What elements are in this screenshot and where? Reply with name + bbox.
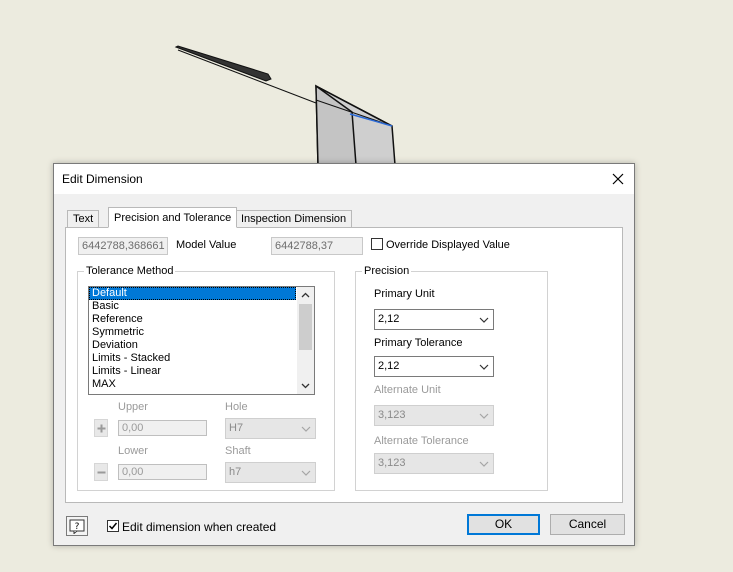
alternate-unit-label: Alternate Unit: [374, 384, 441, 396]
checkmark-icon: [108, 522, 118, 530]
tolerance-method-group: Tolerance Method Default Basic Reference…: [77, 265, 335, 491]
upper-input[interactable]: 0,00: [118, 420, 207, 436]
chevron-down-icon: [479, 317, 489, 323]
chevron-down-icon: [301, 426, 311, 432]
precision-tolerance-panel: 6442788,368661 Model Value 6442788,37 Ov…: [65, 227, 623, 503]
cad-model-geometry: [174, 45, 396, 166]
precision-group: Precision Primary Unit 2,12 Primary Tole…: [355, 265, 548, 491]
primary-tolerance-value: 2,12: [378, 360, 400, 372]
hole-select[interactable]: H7: [225, 418, 316, 439]
svg-text:?: ?: [75, 522, 80, 532]
model-value-raw-field: 6442788,368661: [78, 237, 168, 255]
primary-tolerance-label: Primary Tolerance: [374, 337, 463, 349]
scroll-thumb[interactable]: [299, 304, 312, 350]
chevron-down-icon: [479, 413, 489, 419]
chevron-up-icon: [301, 292, 310, 298]
model-value-label: Model Value: [176, 239, 237, 251]
precision-title: Precision: [362, 265, 412, 277]
list-item[interactable]: Deviation: [89, 339, 296, 352]
edit-dimension-dialog: Edit Dimension Text Precision and Tolera…: [53, 163, 635, 546]
list-item[interactable]: Basic: [89, 300, 296, 313]
upper-label: Upper: [118, 401, 148, 413]
close-button[interactable]: [608, 169, 628, 189]
ok-button[interactable]: OK: [467, 514, 540, 535]
list-item[interactable]: Reference: [89, 313, 296, 326]
plus-button[interactable]: [94, 419, 108, 437]
primary-unit-value: 2,12: [378, 313, 400, 325]
chevron-down-icon: [479, 461, 489, 467]
list-item[interactable]: Default: [89, 287, 296, 300]
alternate-unit-value: 3,123: [378, 409, 406, 421]
lower-input[interactable]: 0,00: [118, 464, 207, 480]
plus-icon: [97, 424, 105, 432]
primary-tolerance-select[interactable]: 2,12: [374, 356, 494, 377]
override-displayed-value-checkbox[interactable]: [371, 238, 383, 250]
tolerance-method-title: Tolerance Method: [84, 265, 176, 277]
minus-icon: [97, 471, 105, 473]
minus-button[interactable]: [94, 463, 108, 481]
primary-unit-label: Primary Unit: [374, 288, 435, 300]
dialog-titlebar: Edit Dimension: [54, 164, 634, 194]
list-scrollbar[interactable]: [297, 287, 314, 394]
cancel-button[interactable]: Cancel: [550, 514, 625, 535]
chevron-down-icon: [301, 470, 311, 476]
tab-inspection-dimension[interactable]: Inspection Dimension: [235, 210, 353, 228]
list-item[interactable]: Limits - Stacked: [89, 352, 296, 365]
tab-text[interactable]: Text: [67, 210, 100, 228]
edit-when-created-label: Edit dimension when created: [122, 520, 277, 534]
scroll-up-button[interactable]: [297, 287, 314, 303]
shaft-label: Shaft: [225, 445, 251, 457]
list-item[interactable]: Limits - Linear: [89, 365, 296, 378]
chevron-down-icon: [301, 383, 310, 389]
chevron-down-icon: [479, 364, 489, 370]
help-button[interactable]: ?: [66, 516, 88, 536]
shaft-select[interactable]: h7: [225, 462, 316, 483]
dialog-title: Edit Dimension: [62, 172, 143, 186]
help-icon: ?: [69, 519, 85, 534]
list-item[interactable]: Symmetric: [89, 326, 296, 339]
model-value-rounded-field: 6442788,37: [271, 237, 363, 255]
lower-label: Lower: [118, 445, 148, 457]
close-icon: [612, 173, 624, 185]
alternate-tolerance-select[interactable]: 3,123: [374, 453, 494, 474]
list-item[interactable]: MAX: [89, 378, 296, 391]
tab-precision-and-tolerance[interactable]: Precision and Tolerance: [108, 207, 238, 228]
alternate-tolerance-label: Alternate Tolerance: [374, 435, 469, 447]
alternate-unit-select[interactable]: 3,123: [374, 405, 494, 426]
tolerance-method-list[interactable]: Default Basic Reference Symmetric Deviat…: [88, 286, 315, 395]
override-displayed-value-label: Override Displayed Value: [386, 239, 510, 251]
hole-label: Hole: [225, 401, 248, 413]
hole-value: H7: [229, 422, 244, 434]
alternate-tolerance-value: 3,123: [378, 457, 406, 469]
edit-when-created-checkbox[interactable]: [107, 520, 119, 532]
shaft-value: h7: [229, 466, 242, 478]
primary-unit-select[interactable]: 2,12: [374, 309, 494, 330]
scroll-down-button[interactable]: [297, 378, 314, 394]
